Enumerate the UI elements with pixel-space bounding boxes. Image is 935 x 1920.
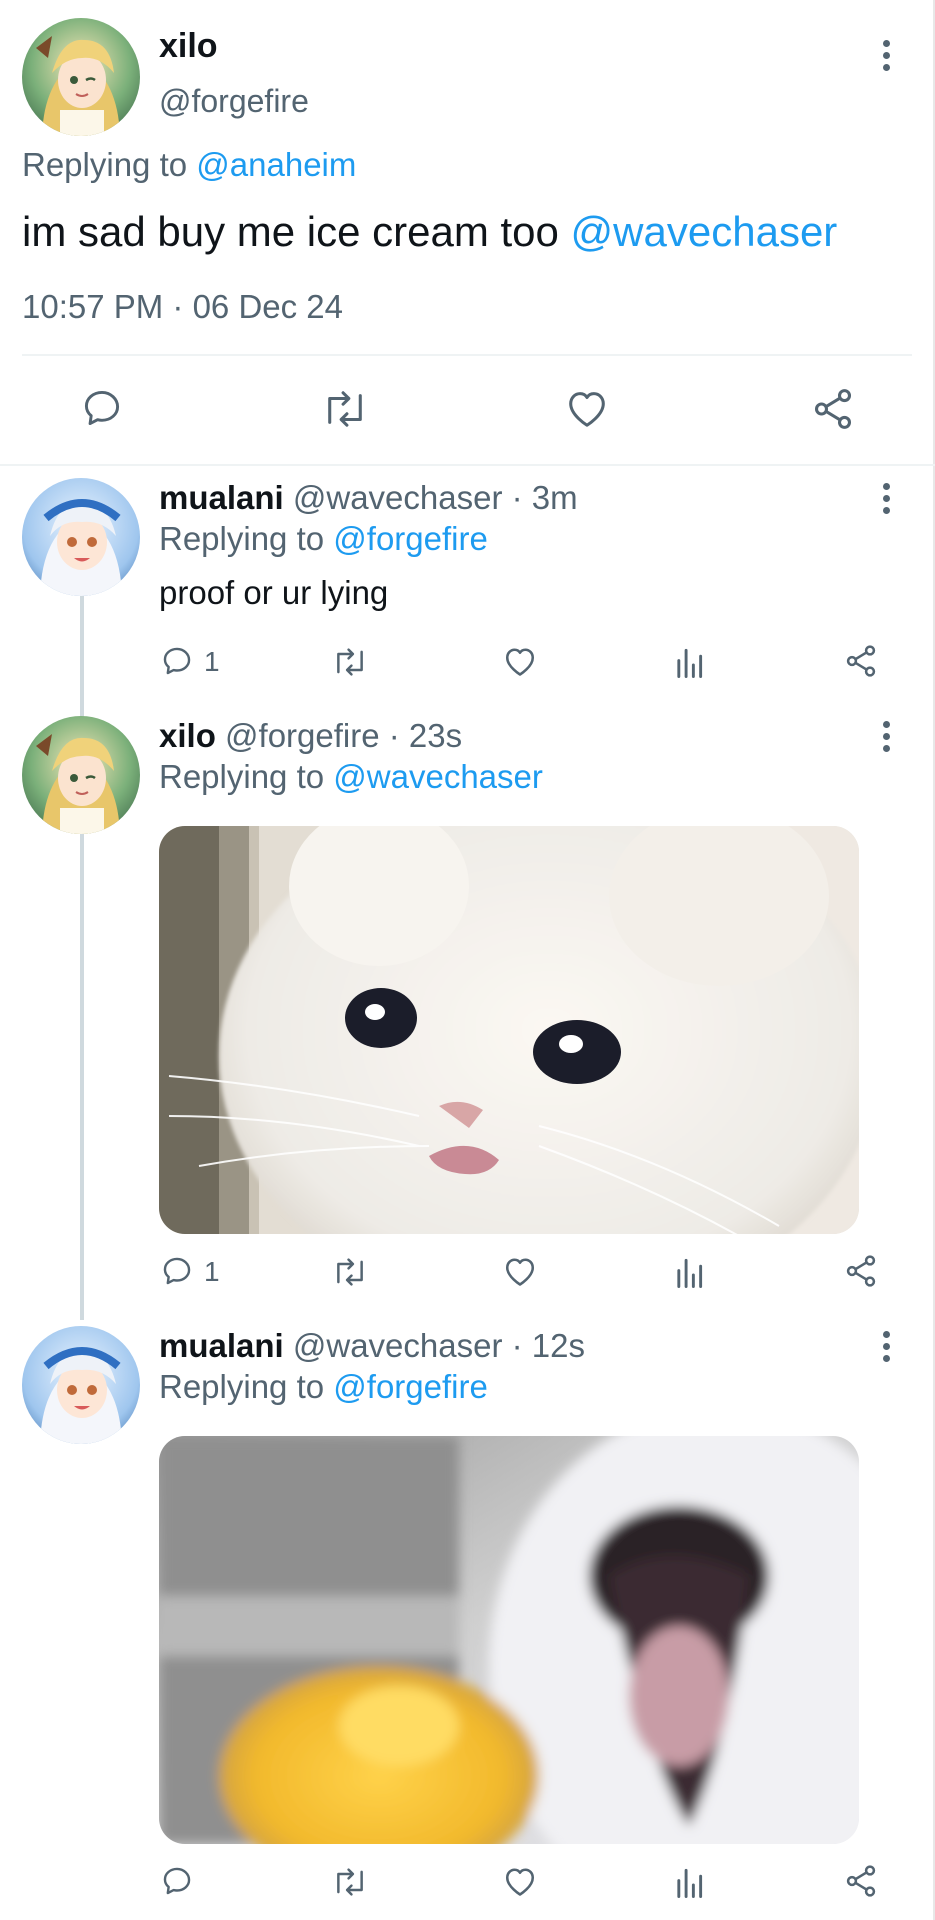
avatar[interactable] bbox=[22, 716, 140, 834]
heart-icon[interactable] bbox=[502, 644, 538, 678]
replying-line: Replying to @wavechaser bbox=[159, 756, 543, 798]
share-icon[interactable] bbox=[843, 1863, 879, 1899]
replying-to-mention[interactable]: @forgefire bbox=[333, 1368, 488, 1405]
author-meta[interactable]: @forgefire · 23s bbox=[225, 717, 462, 754]
views-icon[interactable] bbox=[674, 1256, 704, 1288]
replying-prefix: Replying to bbox=[159, 1368, 325, 1405]
more-vertical-icon[interactable] bbox=[878, 38, 894, 74]
thread-line bbox=[80, 596, 84, 718]
replying-line: Replying to @forgefire bbox=[159, 518, 488, 560]
main-tweet-divider bbox=[0, 464, 935, 466]
retweet-icon[interactable] bbox=[331, 1256, 369, 1288]
reply-text: proof or ur lying bbox=[159, 574, 389, 611]
share-icon[interactable] bbox=[843, 1253, 879, 1289]
replying-prefix: Replying to bbox=[22, 146, 188, 183]
media-image[interactable] bbox=[159, 1436, 859, 1844]
more-vertical-icon[interactable] bbox=[878, 481, 894, 517]
reply-header: xilo @forgefire · 23s bbox=[159, 715, 462, 757]
author-name[interactable]: xilo bbox=[159, 717, 216, 754]
retweet-icon[interactable] bbox=[320, 388, 370, 430]
reply-icon[interactable] bbox=[160, 1254, 194, 1288]
replying-to-mention[interactable]: @wavechaser bbox=[333, 758, 543, 795]
reply-icon[interactable] bbox=[160, 644, 194, 678]
thread-line bbox=[80, 834, 84, 1320]
more-vertical-icon[interactable] bbox=[878, 719, 894, 755]
share-icon[interactable] bbox=[843, 643, 879, 679]
replying-to-mention[interactable]: @forgefire bbox=[333, 520, 488, 557]
replying-prefix: Replying to bbox=[159, 520, 325, 557]
author-meta[interactable]: @wavechaser · 12s bbox=[293, 1327, 585, 1364]
tweet-timestamp[interactable]: 10:57 PM · 06 Dec 24 bbox=[22, 286, 343, 328]
author-meta[interactable]: @wavechaser · 3m bbox=[293, 479, 578, 516]
replying-line: Replying to @anaheim bbox=[22, 144, 356, 186]
reply-header: mualani @wavechaser · 12s bbox=[159, 1325, 585, 1367]
avatar[interactable] bbox=[22, 1326, 140, 1444]
replying-line: Replying to @forgefire bbox=[159, 1366, 488, 1408]
reply-icon[interactable] bbox=[80, 386, 124, 430]
tweet-body: im sad buy me ice cream too bbox=[22, 208, 559, 255]
author-handle[interactable]: @forgefire bbox=[159, 81, 309, 121]
media-image[interactable] bbox=[159, 826, 859, 1234]
timestamp-divider bbox=[22, 354, 912, 356]
retweet-icon[interactable] bbox=[331, 1866, 369, 1898]
views-icon[interactable] bbox=[674, 1866, 704, 1898]
reply-header: mualani @wavechaser · 3m bbox=[159, 477, 578, 519]
reply-count: 1 bbox=[204, 1256, 220, 1287]
avatar[interactable] bbox=[22, 18, 140, 136]
retweet-icon[interactable] bbox=[331, 646, 369, 678]
heart-icon[interactable] bbox=[502, 1254, 538, 1288]
author-name[interactable]: xilo bbox=[159, 26, 218, 66]
avatar[interactable] bbox=[22, 478, 140, 596]
reply-count: 1 bbox=[204, 646, 220, 677]
tweet-text: im sad buy me ice cream too @wavechaser bbox=[22, 206, 837, 258]
heart-icon[interactable] bbox=[502, 1864, 538, 1898]
author-name[interactable]: mualani bbox=[159, 479, 284, 516]
share-icon[interactable] bbox=[810, 386, 856, 432]
heart-icon[interactable] bbox=[564, 386, 610, 430]
views-icon[interactable] bbox=[674, 646, 704, 678]
more-vertical-icon[interactable] bbox=[878, 1329, 894, 1365]
tweet-mention[interactable]: @wavechaser bbox=[571, 208, 838, 255]
author-name[interactable]: mualani bbox=[159, 1327, 284, 1364]
replying-to-mention[interactable]: @anaheim bbox=[196, 146, 356, 183]
reply-icon[interactable] bbox=[160, 1864, 194, 1898]
replying-prefix: Replying to bbox=[159, 758, 325, 795]
